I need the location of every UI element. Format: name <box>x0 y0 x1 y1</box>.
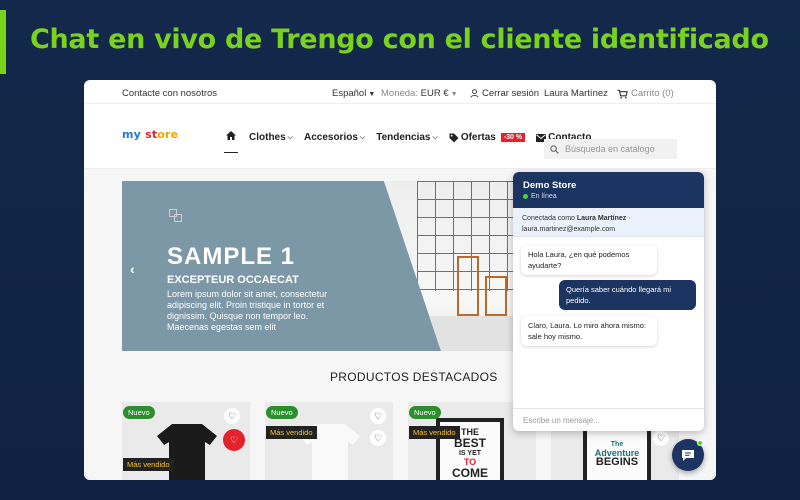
chat-widget: Demo Store En línea Conectada como Laura… <box>513 172 704 431</box>
bestseller-badge: Más vendido <box>409 426 460 439</box>
chat-message-agent: Hola Laura, ¿en qué podemos ayudarte? <box>521 245 657 275</box>
bestseller-badge: Más vendido <box>123 458 174 471</box>
new-badge: Nuevo <box>409 406 441 419</box>
cart-label: Carrito (0) <box>631 88 674 99</box>
identified-user-name: Laura Martínez <box>576 215 627 222</box>
slider-prev-arrow-icon[interactable]: ‹ <box>130 261 135 277</box>
chat-store-name: Demo Store <box>523 180 577 191</box>
logout-label: Cerrar sesión <box>482 88 540 99</box>
logout-link[interactable]: Cerrar sesión <box>470 88 539 99</box>
chat-message-user: Quería saber cuándo llegará mi pedido. <box>559 280 696 310</box>
wishlist-heart-icon[interactable]: ♡ <box>370 408 386 424</box>
headline: Chat en vivo de Trengo con el cliente id… <box>30 24 769 55</box>
topbar: Contacte con nosotros Español ▼ Moneda: E… <box>84 80 716 104</box>
search-input[interactable]: Búsqueda en catálogo <box>544 139 677 159</box>
chevron-down-icon: ⌵ <box>359 133 366 141</box>
discount-badge: -30 % <box>500 133 526 142</box>
user-icon <box>470 89 479 98</box>
tshirt-image <box>157 424 217 480</box>
chat-message-input[interactable]: Escribe un mensaje... <box>513 408 704 431</box>
lantern-decoration <box>485 276 507 316</box>
currency-selector[interactable]: Moneda: EUR € ▼ <box>381 88 458 99</box>
chat-header: Demo Store En línea <box>513 172 704 208</box>
tag-icon <box>449 133 459 142</box>
search-placeholder: Búsqueda en catálogo <box>565 144 655 154</box>
bestseller-badge: Más vendido <box>266 426 317 439</box>
chat-message-agent: Claro, Laura. Lo miro ahora mismo: sale … <box>521 316 657 346</box>
nav-item-offers[interactable]: Ofertas -30 % <box>449 132 526 143</box>
wishlist-heart-icon[interactable]: ♡ <box>224 408 240 424</box>
currency-value: EUR € <box>420 88 449 99</box>
cart-link[interactable]: Carrito (0) <box>617 88 674 99</box>
online-dot-icon <box>523 194 528 199</box>
squares-icon <box>169 209 183 223</box>
caret-down-icon: ▼ <box>368 91 376 98</box>
cart-icon <box>617 89 628 98</box>
new-badge: Nuevo <box>123 406 155 419</box>
search-icon <box>550 144 559 154</box>
store-logo[interactable]: my store <box>122 128 178 141</box>
slider-title: SAMPLE 1 <box>167 243 296 270</box>
online-dot-icon <box>697 440 703 446</box>
chat-status: En línea <box>523 193 557 200</box>
slider-subtitle: EXCEPTEUR OCCAECAT <box>167 274 299 286</box>
product-card[interactable]: Nuevo Más vendido ♡ ♡ <box>265 402 393 480</box>
new-badge: Nuevo <box>266 406 298 419</box>
nav-item-trends[interactable]: Tendencias ⌵ <box>376 132 438 143</box>
user-name[interactable]: Laura Martínez <box>544 88 608 99</box>
wishlist-heart-icon[interactable]: ♡ <box>370 430 386 446</box>
chat-bubble-icon <box>682 449 694 461</box>
caret-down-icon: ▼ <box>450 91 458 98</box>
wishlist-heart-icon[interactable]: ♡ <box>223 429 245 451</box>
identified-user-email: laura.martinez@example.com <box>522 226 616 233</box>
chevron-down-icon: ⌵ <box>287 133 293 141</box>
featured-products-title: PRODUCTOS DESTACADOS <box>330 370 498 384</box>
currency-label: Moneda: <box>381 88 418 99</box>
lantern-decoration <box>457 256 479 316</box>
accent-bar <box>0 10 6 74</box>
hero-slider[interactable]: ‹ SAMPLE 1 EXCEPTEUR OCCAECAT Lorem ipsu… <box>122 181 562 351</box>
nav-item-accessories[interactable]: Accesorios ⌵ <box>304 132 365 143</box>
language-selector[interactable]: Español ▼ <box>332 88 375 99</box>
nav-item-clothes[interactable]: Clothes ⌵ <box>249 132 293 143</box>
chat-identified-banner: Conectada como Laura Martínez · laura.ma… <box>513 208 704 237</box>
language-label: Español <box>332 88 367 99</box>
contact-link[interactable]: Contacte con nosotros <box>122 88 217 99</box>
home-icon[interactable] <box>224 131 238 153</box>
chevron-down-icon: ⌵ <box>432 133 438 141</box>
wishlist-heart-icon[interactable]: ♡ <box>653 430 669 446</box>
slider-description: Lorem ipsum dolor sit amet, consectetur … <box>167 289 328 332</box>
chat-launcher-button[interactable] <box>672 439 704 471</box>
product-card[interactable]: Nuevo Más vendido ♡ ♡ <box>122 402 250 480</box>
main-nav: Clothes ⌵ Accesorios ⌵ Tendencias ⌵ Ofertas… <box>224 122 591 153</box>
